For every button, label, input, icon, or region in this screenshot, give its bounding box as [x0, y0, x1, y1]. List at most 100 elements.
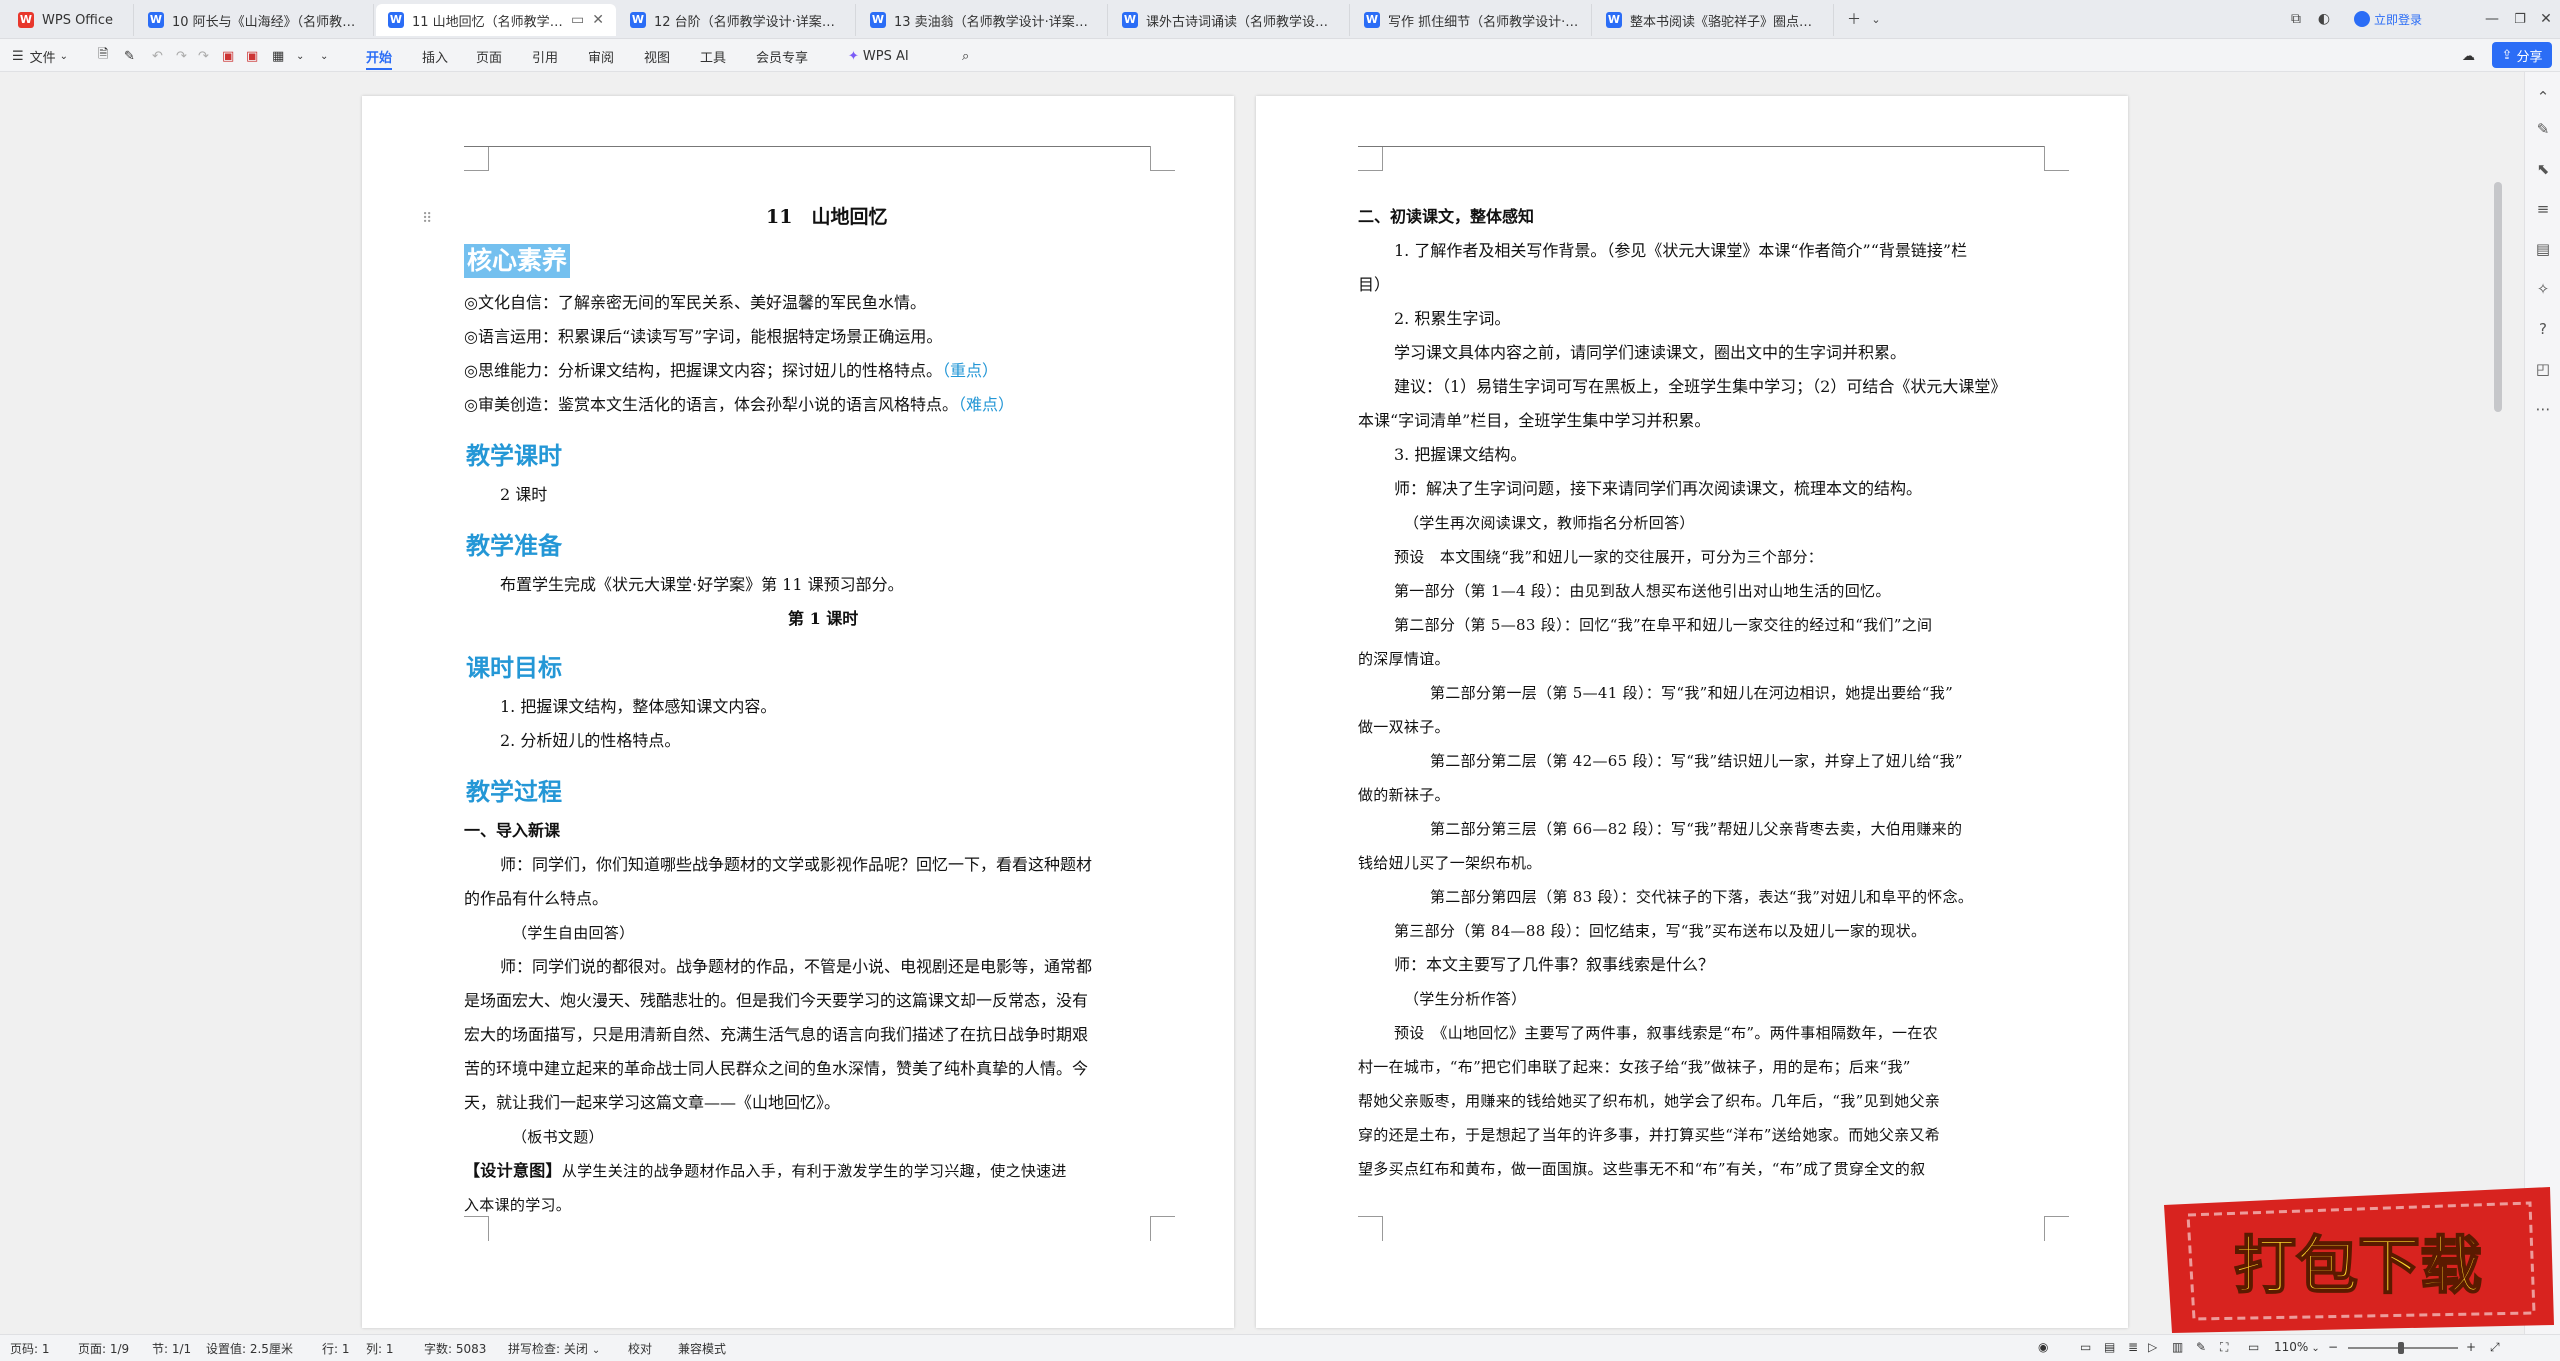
- settings-sliders-icon[interactable]: ≡: [2525, 196, 2560, 222]
- status-page-count[interactable]: 页面: 1/9: [78, 1340, 129, 1356]
- reading-mode-icon[interactable]: ▥: [2172, 1340, 2183, 1356]
- paragraph-line: 学习课文具体内容之前，请同学们速读课文，圈出文中的生字词并积累。: [1394, 343, 1907, 362]
- window-mode-icon[interactable]: ▭: [2248, 1340, 2259, 1356]
- cloud-sync-icon[interactable]: ☁: [2462, 45, 2475, 67]
- zoom-level[interactable]: 110% ⌄: [2274, 1340, 2320, 1356]
- pen-mode-icon[interactable]: ✎: [2196, 1340, 2206, 1356]
- more-icon[interactable]: ⋯: [2525, 396, 2560, 422]
- chevron-down-icon: ⌄: [59, 50, 69, 62]
- translate-icon[interactable]: ◰: [2525, 356, 2560, 382]
- minimize-icon[interactable]: —: [2478, 4, 2506, 34]
- page-view-icon[interactable]: ▭: [2080, 1340, 2091, 1356]
- file-menu-button[interactable]: ☰ 文件 ⌄: [12, 45, 68, 67]
- menu-references[interactable]: 引用: [532, 43, 558, 69]
- paragraph-line: 师：同学们说的都很对。战争题材的作品，不管是小说、电视剧还是电影等，通常都: [500, 957, 1093, 976]
- tab-document-active[interactable]: W 11 山地回忆（名师教学设计·讲 ▭ ✕: [376, 4, 616, 36]
- tab-document[interactable]: W 写作 抓住细节（名师教学设计·详案）: [1352, 4, 1592, 36]
- tab-wps-office[interactable]: W WPS Office: [6, 4, 134, 36]
- paragraph-line: 是场面宏大、炮火漫天、残酷悲壮的。但是我们今天要学习的这篇课文却一反常态，没有: [464, 991, 1089, 1010]
- design-intent-label: 【设计意图】: [464, 1161, 562, 1180]
- more-chevron-icon[interactable]: ⌄: [320, 45, 328, 67]
- document-page-left[interactable]: ⠿ 11 山地回忆 核心素养 ◎文化自信：了解亲密无间的军民关系、美好温馨的军民…: [362, 96, 1234, 1328]
- outline-view-icon[interactable]: ≣: [2128, 1340, 2138, 1356]
- document-page-right[interactable]: 二、初读课文，整体感知 1. 了解作者及相关写作背景。（参见《状元大课堂》本课“…: [1256, 96, 2128, 1328]
- search-icon[interactable]: ⌕: [962, 43, 969, 69]
- skin-icon[interactable]: ◐: [2312, 4, 2336, 34]
- save-icon[interactable]: 🗎: [98, 45, 108, 67]
- core-item: ◎文化自信：了解亲密无间的军民关系、美好温馨的军民鱼水情。: [464, 293, 926, 312]
- drag-handle-icon[interactable]: ⠿: [422, 208, 432, 230]
- help-icon[interactable]: ?: [2525, 316, 2560, 342]
- pdf-icon[interactable]: ▣: [222, 45, 234, 67]
- paragraph-line: 预设 本文围绕“我”和妞儿一家的交往展开，可分为三个部分：: [1394, 548, 1824, 566]
- collapse-chevron-icon[interactable]: ⌃: [2525, 84, 2560, 110]
- core-item-text: ◎审美创造：鉴赏本文生活化的语言，体会孙犁小说的语言风格特点。: [464, 395, 958, 414]
- menu-insert[interactable]: 插入: [422, 43, 448, 69]
- menu-view[interactable]: 视图: [644, 43, 670, 69]
- tab-document[interactable]: W 整本书阅读《骆驼祥子》圈点、批注: [1594, 4, 1834, 36]
- wps-logo-icon: W: [18, 12, 34, 28]
- status-column[interactable]: 列: 1: [366, 1340, 394, 1356]
- key-point-tag: （重点）: [941, 361, 998, 380]
- close-window-icon[interactable]: ✕: [2534, 4, 2558, 34]
- paragraph-line: 村一在城市，“布”把它们串联了起来：女孩子给“我”做袜子，用的是布；后来“我”: [1358, 1058, 1911, 1076]
- login-button[interactable]: 立即登录: [2348, 4, 2428, 34]
- print-icon[interactable]: ▣: [246, 45, 258, 67]
- vertical-scrollbar[interactable]: [2494, 182, 2502, 412]
- zoom-in-icon[interactable]: +: [2466, 1340, 2476, 1356]
- tab-document[interactable]: W 10 阿长与《山海经》（名师教学设计: [136, 4, 374, 36]
- zoom-out-icon[interactable]: −: [2328, 1340, 2338, 1356]
- wps-ai-button[interactable]: ✦ WPS AI: [848, 43, 909, 69]
- undo-icon[interactable]: ↶: [152, 45, 163, 67]
- download-bundle-badge[interactable]: 打包下载: [2158, 1175, 2558, 1337]
- design-intent-text: 从学生关注的战争题材作品入手，有利于激发学生的学习兴趣，使之快速进: [561, 1162, 1067, 1180]
- tab-label: 12 台阶（名师教学设计·详案）.doc: [654, 14, 843, 30]
- corner-mark: [2044, 146, 2069, 171]
- menu-page[interactable]: 页面: [476, 43, 502, 69]
- restore-icon[interactable]: ❐: [2508, 4, 2532, 34]
- status-proofread[interactable]: 校对: [628, 1340, 652, 1356]
- window-layout-icon[interactable]: ⧉: [2284, 4, 2308, 34]
- pen-icon[interactable]: ✎: [2525, 116, 2560, 142]
- comment-icon[interactable]: ▤: [2525, 236, 2560, 262]
- corner-mark: [464, 1216, 489, 1241]
- fit-window-icon[interactable]: ⤢: [2490, 1340, 2500, 1356]
- status-spell-check[interactable]: 拼写检查: 关闭 ⌄: [508, 1340, 600, 1356]
- status-page-number[interactable]: 页码: 1: [10, 1340, 50, 1356]
- status-word-count[interactable]: 字数: 5083: [424, 1340, 486, 1356]
- tab-list-chevron-icon[interactable]: ⌄: [1866, 4, 1886, 34]
- menu-review[interactable]: 审阅: [588, 43, 614, 69]
- share-button[interactable]: ⇪ 分享: [2492, 42, 2552, 68]
- tab-document[interactable]: W 课外古诗词诵读（名师教学设计·详案: [1110, 4, 1350, 36]
- magic-tools-icon[interactable]: ✧: [2525, 276, 2560, 302]
- status-setting-value[interactable]: 设置值: 2.5厘米: [206, 1340, 293, 1356]
- core-item-with-tag: ◎审美创造：鉴赏本文生活化的语言，体会孙犁小说的语言风格特点。（难点）: [464, 394, 1014, 416]
- status-row[interactable]: 行: 1: [322, 1340, 350, 1356]
- paragraph-line: 天，就让我们一起来学习这篇文章——《山地回忆》。: [464, 1093, 841, 1112]
- tab-document[interactable]: W 12 台阶（名师教学设计·详案）.doc: [618, 4, 856, 36]
- menu-member[interactable]: 会员专享: [756, 43, 808, 69]
- close-icon[interactable]: ✕: [592, 12, 604, 28]
- paragraph-line: （学生再次阅读课文，教师指名分析回答）: [1404, 514, 1695, 532]
- redo-icon[interactable]: ↷: [176, 45, 187, 67]
- table-icon[interactable]: ▦: [272, 45, 284, 67]
- new-tab-button[interactable]: ＋: [1842, 4, 1866, 34]
- redo-icon[interactable]: ↷: [198, 45, 209, 67]
- status-compat-mode[interactable]: 兼容模式: [678, 1340, 726, 1356]
- corner-mark: [1358, 146, 1383, 171]
- menu-home[interactable]: 开始: [366, 43, 393, 70]
- fullscreen-icon[interactable]: ⛶: [2220, 1340, 2228, 1356]
- play-icon[interactable]: ▷: [2148, 1340, 2157, 1356]
- paragraph-line: 第二部分第二层（第 42—65 段）：写“我”结识妞儿一家，并穿上了妞儿给“我”: [1430, 752, 1963, 770]
- tab-document[interactable]: W 13 卖油翁（名师教学设计·详案）.doc: [858, 4, 1108, 36]
- format-painter-icon[interactable]: ✎: [124, 45, 135, 67]
- chevron-down-icon[interactable]: ⌄: [296, 45, 304, 67]
- tab-label: 13 卖油翁（名师教学设计·详案）.doc: [894, 14, 1095, 30]
- status-section[interactable]: 节: 1/1: [152, 1340, 191, 1356]
- zoom-slider-thumb[interactable]: [2398, 1342, 2404, 1354]
- menu-tools[interactable]: 工具: [700, 43, 726, 69]
- paragraph-line: 宏大的场面描写，只是用清新自然、充满生活气息的语言向我们描述了在抗日战争时期艰: [464, 1025, 1089, 1044]
- select-cursor-icon[interactable]: ⬉: [2525, 156, 2560, 182]
- web-view-icon[interactable]: ▤: [2104, 1340, 2115, 1356]
- eye-protect-icon[interactable]: ◉: [2038, 1340, 2048, 1356]
